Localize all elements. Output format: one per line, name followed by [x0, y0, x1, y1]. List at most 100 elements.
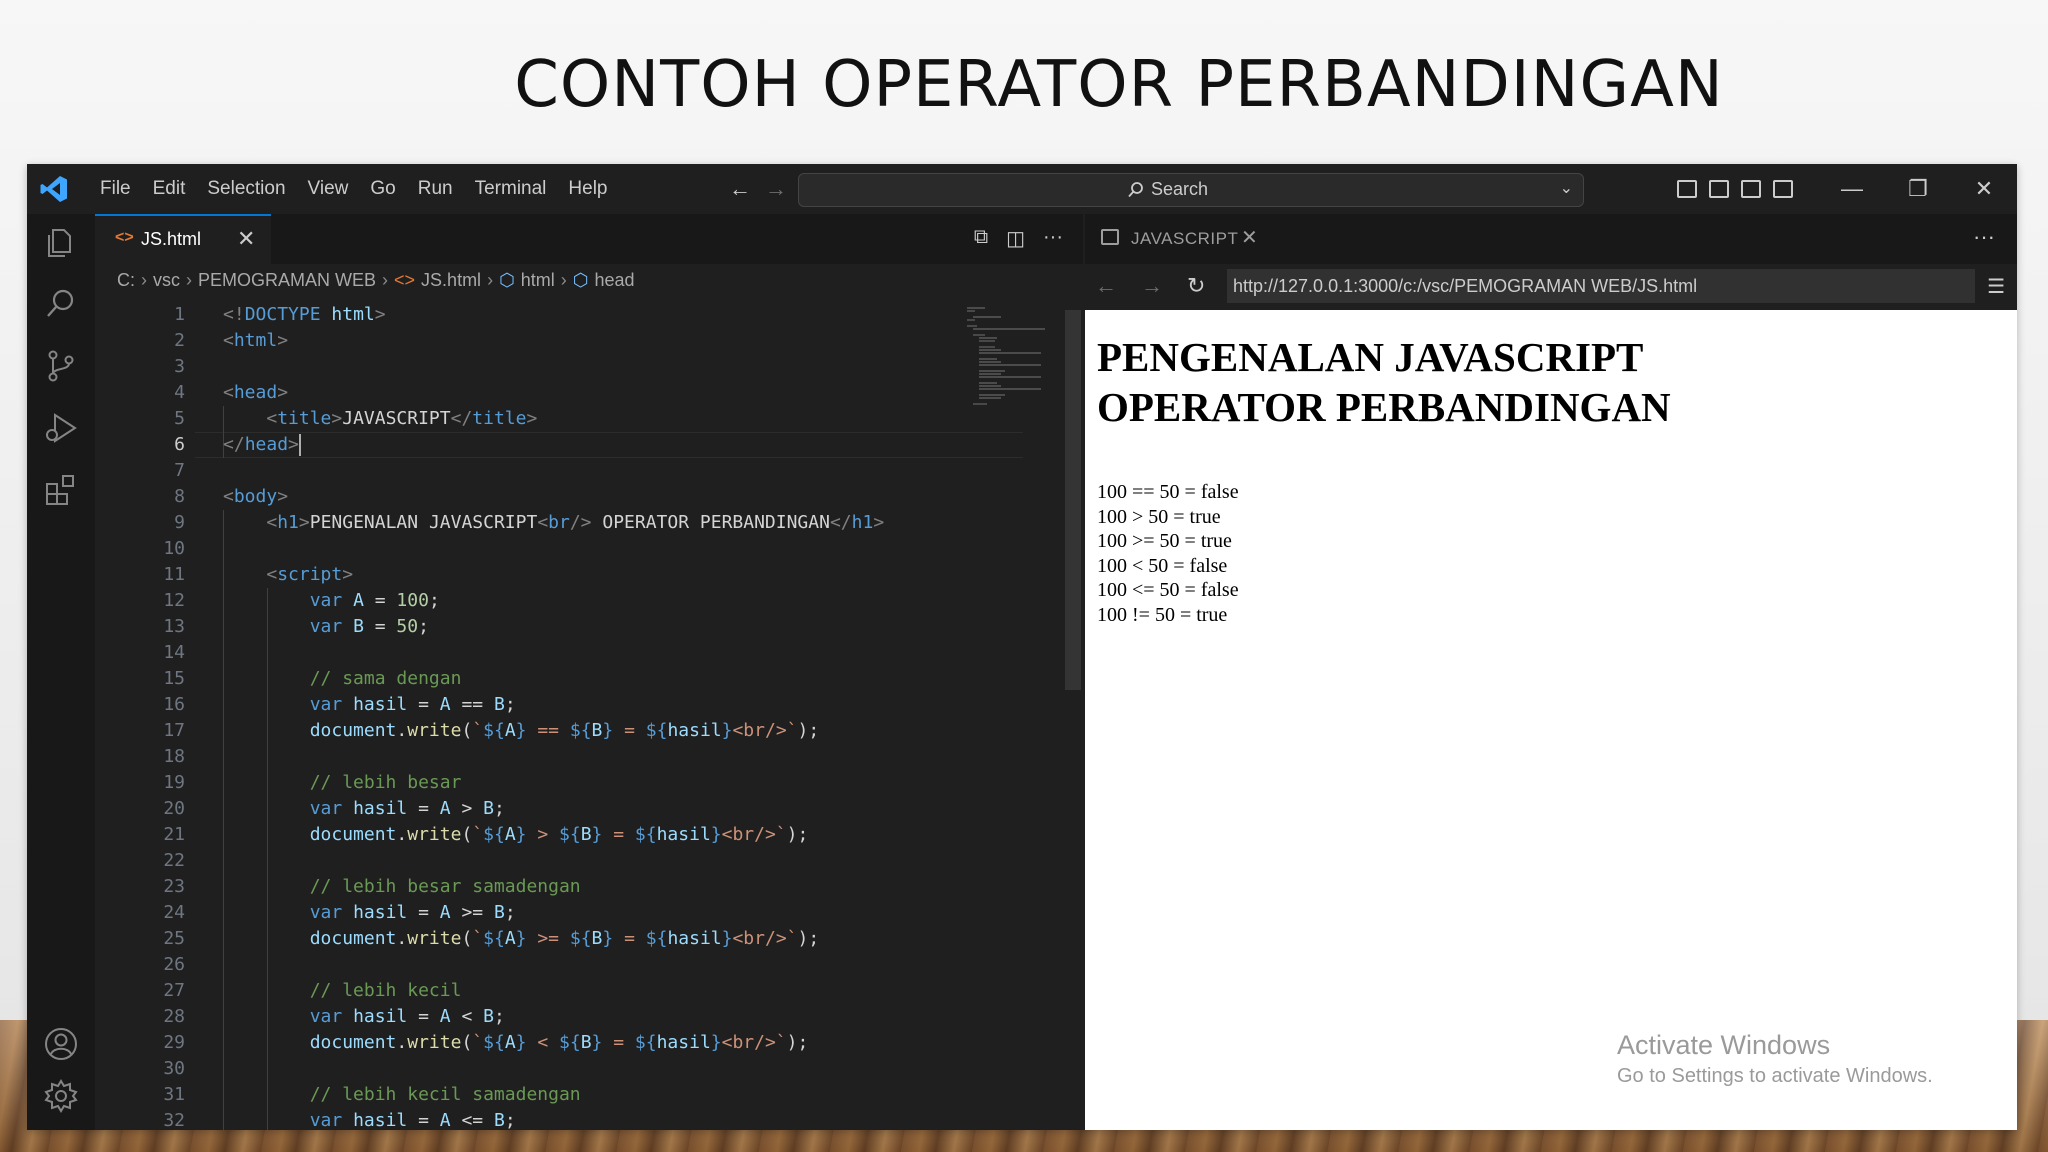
code-text: <h1>PENGENALAN JAVASCRIPT<br/> OPERATOR …	[266, 512, 885, 533]
menu-go[interactable]: Go	[359, 178, 406, 200]
menu-edit[interactable]: Edit	[142, 178, 197, 200]
code-text: var hasil = A == B;	[309, 694, 516, 715]
menu-view[interactable]: View	[297, 178, 360, 200]
line-number: 29	[163, 1032, 185, 1053]
layout-toggles	[1677, 180, 1793, 198]
breadcrumb-separator-icon: ›	[487, 270, 494, 290]
code-text: var hasil = A > B;	[309, 798, 505, 819]
code-text: var hasil = A >= B;	[309, 902, 516, 923]
code-line: 25 document.write(`${A} >= ${B} = ${hasi…	[95, 926, 1055, 952]
editor-actions: ⧉ ◫ ···	[974, 226, 1063, 251]
hamburger-menu-icon[interactable]: ☰	[1987, 274, 2005, 299]
history-nav: ← →	[729, 176, 787, 202]
toggle-primary-sidebar-icon[interactable]	[1677, 180, 1697, 198]
menu-file[interactable]: File	[89, 178, 142, 200]
code-line: 26	[95, 952, 1055, 978]
code-line: 28 var hasil = A < B;	[95, 1004, 1055, 1030]
slide-title: CONTOH OPERATOR PERBANDINGAN	[514, 48, 1724, 122]
tab-close-icon[interactable]: ✕	[1241, 225, 1258, 250]
breadcrumb-separator-icon: ›	[141, 270, 147, 290]
result-line: 100 != 50 = true	[1097, 603, 1228, 626]
code-text: document.write(`${A} < ${B} = ${hasil}<b…	[309, 1032, 809, 1053]
editor-tab-bar: <> JS.html ✕ ⧉ ◫ ···	[95, 214, 1083, 264]
source-control-icon[interactable]	[43, 348, 79, 384]
result-line: 100 <= 50 = false	[1097, 579, 1239, 602]
customize-layout-icon[interactable]	[1773, 180, 1793, 198]
line-number: 8	[174, 486, 185, 507]
line-number: 19	[163, 772, 185, 793]
split-editor-icon[interactable]: ◫	[1006, 226, 1025, 251]
close-icon[interactable]: ✕	[1951, 176, 2017, 202]
breadcrumb-head[interactable]: head	[595, 270, 635, 290]
more-actions-icon[interactable]: ···	[1973, 224, 1995, 250]
code-line: 7	[95, 458, 1055, 484]
line-number: 22	[163, 850, 185, 871]
code-line: 32 var hasil = A <= B;	[95, 1108, 1055, 1130]
tab-js-html[interactable]: <> JS.html ✕	[95, 214, 271, 264]
menu-help[interactable]: Help	[557, 178, 618, 200]
line-number: 32	[163, 1110, 185, 1130]
breadcrumb-file[interactable]: JS.html	[421, 270, 481, 290]
settings-gear-icon[interactable]	[43, 1078, 79, 1114]
breadcrumb-vsc[interactable]: vsc	[153, 270, 180, 290]
line-number: 13	[163, 616, 185, 637]
menu-selection[interactable]: Selection	[196, 178, 296, 200]
reload-icon[interactable]: ↻	[1187, 273, 1205, 299]
back-arrow-icon[interactable]: ←	[729, 176, 751, 202]
toggle-panel-icon[interactable]	[1709, 180, 1729, 198]
address-bar[interactable]: http://127.0.0.1:3000/c:/vsc/PEMOGRAMAN …	[1227, 269, 1975, 303]
window-controls: — ❐ ✕	[1677, 164, 2017, 214]
restore-icon[interactable]: ❐	[1885, 176, 1951, 202]
code-line: 21 document.write(`${A} > ${B} = ${hasil…	[95, 822, 1055, 848]
minimize-icon[interactable]: —	[1819, 176, 1885, 202]
toggle-secondary-sidebar-icon[interactable]	[1741, 180, 1761, 198]
breadcrumb-drive[interactable]: C:	[117, 270, 135, 290]
code-text: <body>	[223, 486, 289, 507]
code-line: 19 // lebih besar	[95, 770, 1055, 796]
breadcrumb-separator-icon: ›	[560, 270, 567, 290]
extensions-icon[interactable]	[43, 472, 79, 508]
text-cursor	[298, 434, 301, 456]
line-number: 17	[163, 720, 185, 741]
breadcrumb-html[interactable]: html	[521, 270, 555, 290]
tab-close-icon[interactable]: ✕	[237, 226, 255, 252]
editor-scrollbar[interactable]	[1065, 310, 1081, 690]
forward-arrow-icon[interactable]: →	[1141, 273, 1163, 299]
minimap[interactable]	[965, 304, 1049, 414]
accounts-icon[interactable]	[43, 1026, 79, 1062]
line-number: 25	[163, 928, 185, 949]
result-line: 100 > 50 = true	[1097, 505, 1221, 528]
line-number: 4	[174, 382, 185, 403]
code-text: document.write(`${A} > ${B} = ${hasil}<b…	[309, 824, 809, 845]
explorer-icon[interactable]	[43, 224, 79, 260]
title-bar: File Edit Selection View Go Run Terminal…	[27, 164, 2017, 214]
vscode-window: File Edit Selection View Go Run Terminal…	[27, 164, 2017, 1130]
open-preview-icon[interactable]: ⧉	[974, 226, 988, 251]
code-editor[interactable]: 1 <!DOCTYPE html> 2 <html> 3 4 <head> 5 <title>…	[95, 296, 1055, 1130]
code-line: 29 document.write(`${A} < ${B} = ${hasil…	[95, 1030, 1055, 1056]
preview-tab-bar: JAVASCRIPT ✕ ···	[1085, 214, 2017, 264]
code-line: 17 document.write(`${A} == ${B} = ${hasi…	[95, 718, 1055, 744]
forward-arrow-icon[interactable]: →	[765, 176, 787, 202]
menu-run[interactable]: Run	[407, 178, 464, 200]
command-center-search[interactable]: Search ⌄	[798, 173, 1584, 207]
line-number: 2	[174, 330, 185, 351]
html-file-icon: <>	[394, 270, 416, 290]
search-icon[interactable]	[43, 286, 79, 322]
more-actions-icon[interactable]: ···	[1043, 226, 1063, 251]
line-number: 26	[163, 954, 185, 975]
code-line: 18	[95, 744, 1055, 770]
code-line: 30	[95, 1056, 1055, 1082]
comparison-results: 100 == 50 = false 100 > 50 = true 100 >=…	[1097, 480, 1239, 628]
breadcrumb-folder[interactable]: PEMOGRAMAN WEB	[198, 270, 376, 290]
tab-preview-javascript[interactable]: JAVASCRIPT ✕	[1085, 214, 1269, 264]
back-arrow-icon[interactable]: ←	[1095, 273, 1117, 299]
code-line: 6 </head>	[95, 432, 1055, 458]
chevron-down-icon[interactable]: ⌄	[1560, 178, 1573, 198]
menu-terminal[interactable]: Terminal	[464, 178, 558, 200]
line-number: 30	[163, 1058, 185, 1079]
line-number: 31	[163, 1084, 185, 1105]
line-number: 7	[174, 460, 185, 481]
page-heading: PENGENALAN JAVASCRIPT OPERATOR PERBANDING…	[1097, 332, 1671, 432]
run-debug-icon[interactable]	[43, 410, 79, 446]
